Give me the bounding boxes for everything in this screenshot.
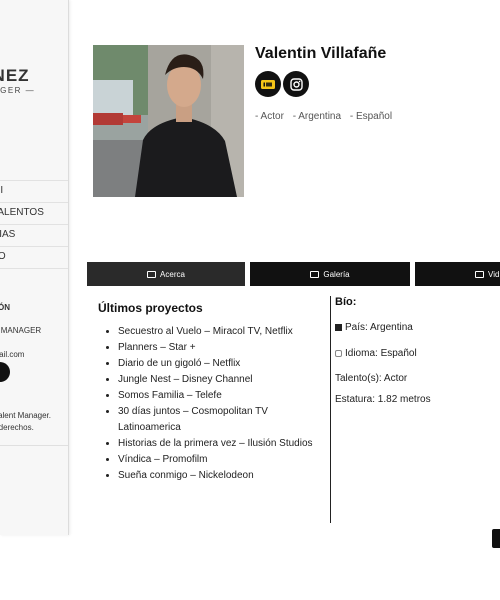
tag-role: - Actor bbox=[255, 111, 284, 122]
tab-videos-label: Vid bbox=[488, 269, 500, 279]
logo[interactable]: DANEZ bbox=[0, 66, 30, 86]
list-item: Diario de un gigoló – Netflix bbox=[118, 356, 333, 372]
video-icon bbox=[475, 270, 484, 278]
talent-name: Valentin Villafañe bbox=[255, 45, 387, 62]
bio-language-text: Idioma: Español bbox=[345, 348, 417, 359]
imdb-icon[interactable] bbox=[255, 71, 281, 97]
sidebar: DANEZ NAGER — O MI TALENTOS CIAS TO CIÓN… bbox=[0, 0, 69, 535]
copyright-line-2: os derechos. bbox=[0, 423, 34, 432]
sidebar-divider bbox=[0, 445, 68, 446]
id-card-icon bbox=[147, 270, 157, 278]
bio-height: Estatura: 1.82 metros bbox=[335, 394, 431, 405]
bio-talent: Talento(s): Actor bbox=[335, 373, 408, 384]
list-item: Secuestro al Vuelo – Miracol TV, Netflix bbox=[118, 324, 333, 340]
nav-item-talents[interactable]: TALENTOS bbox=[0, 202, 68, 225]
nav-item-news[interactable]: CIAS bbox=[0, 224, 68, 247]
logo-subtitle: NAGER — bbox=[0, 86, 36, 95]
talent-tags: - Actor - Argentina - Español bbox=[255, 111, 398, 122]
list-item: Historias de la primera vez – Ilusión St… bbox=[118, 436, 333, 452]
contact-heading: CIÓN bbox=[0, 303, 10, 312]
bio-title: Bío: bbox=[335, 296, 357, 308]
projects-list: Secuestro al Vuelo – Miracol TV, Netflix… bbox=[108, 324, 333, 484]
email-link[interactable]: gmail.com bbox=[0, 350, 24, 359]
tag-country: - Argentina bbox=[292, 111, 342, 122]
bio-country: País: Argentina bbox=[335, 322, 413, 333]
tag-language: - Español bbox=[349, 111, 393, 122]
bio-language: Idioma: Español bbox=[335, 348, 417, 359]
copyright-line-1: z Talent Manager. bbox=[0, 411, 52, 420]
social-icon[interactable] bbox=[0, 362, 10, 382]
tab-galeria-label: Galería bbox=[323, 269, 350, 279]
tab-galeria[interactable]: Galería bbox=[250, 262, 410, 286]
nav-item-about[interactable]: MI bbox=[0, 180, 68, 203]
instagram-icon[interactable] bbox=[283, 71, 309, 97]
nav-item-home[interactable]: O bbox=[0, 158, 68, 181]
company-name: NT MANAGER bbox=[0, 326, 42, 335]
list-item: Jungle Nest – Disney Channel bbox=[118, 372, 333, 388]
scroll-top-button[interactable] bbox=[492, 529, 500, 548]
projects-title: Últimos proyectos bbox=[98, 301, 203, 315]
bio-country-text: País: Argentina bbox=[345, 322, 413, 333]
list-item: Somos Familia – Telefe bbox=[118, 388, 333, 404]
tab-videos[interactable]: Vid bbox=[415, 262, 500, 286]
list-item: Planners – Star + bbox=[118, 340, 333, 356]
tab-acerca-label: Acerca bbox=[160, 269, 185, 279]
column-divider bbox=[330, 296, 331, 523]
nav-item-contact[interactable]: TO bbox=[0, 246, 68, 269]
list-item: 30 días juntos – Cosmopolitan TV Latinoa… bbox=[118, 404, 333, 436]
profile-photo bbox=[93, 45, 244, 197]
list-item: Víndica – Promofilm bbox=[118, 452, 333, 468]
list-item: Sueña conmigo – Nickelodeon bbox=[118, 468, 333, 484]
gallery-icon bbox=[310, 270, 320, 278]
flag-icon bbox=[335, 324, 342, 331]
tab-acerca[interactable]: Acerca bbox=[87, 262, 245, 286]
language-icon bbox=[335, 350, 342, 357]
